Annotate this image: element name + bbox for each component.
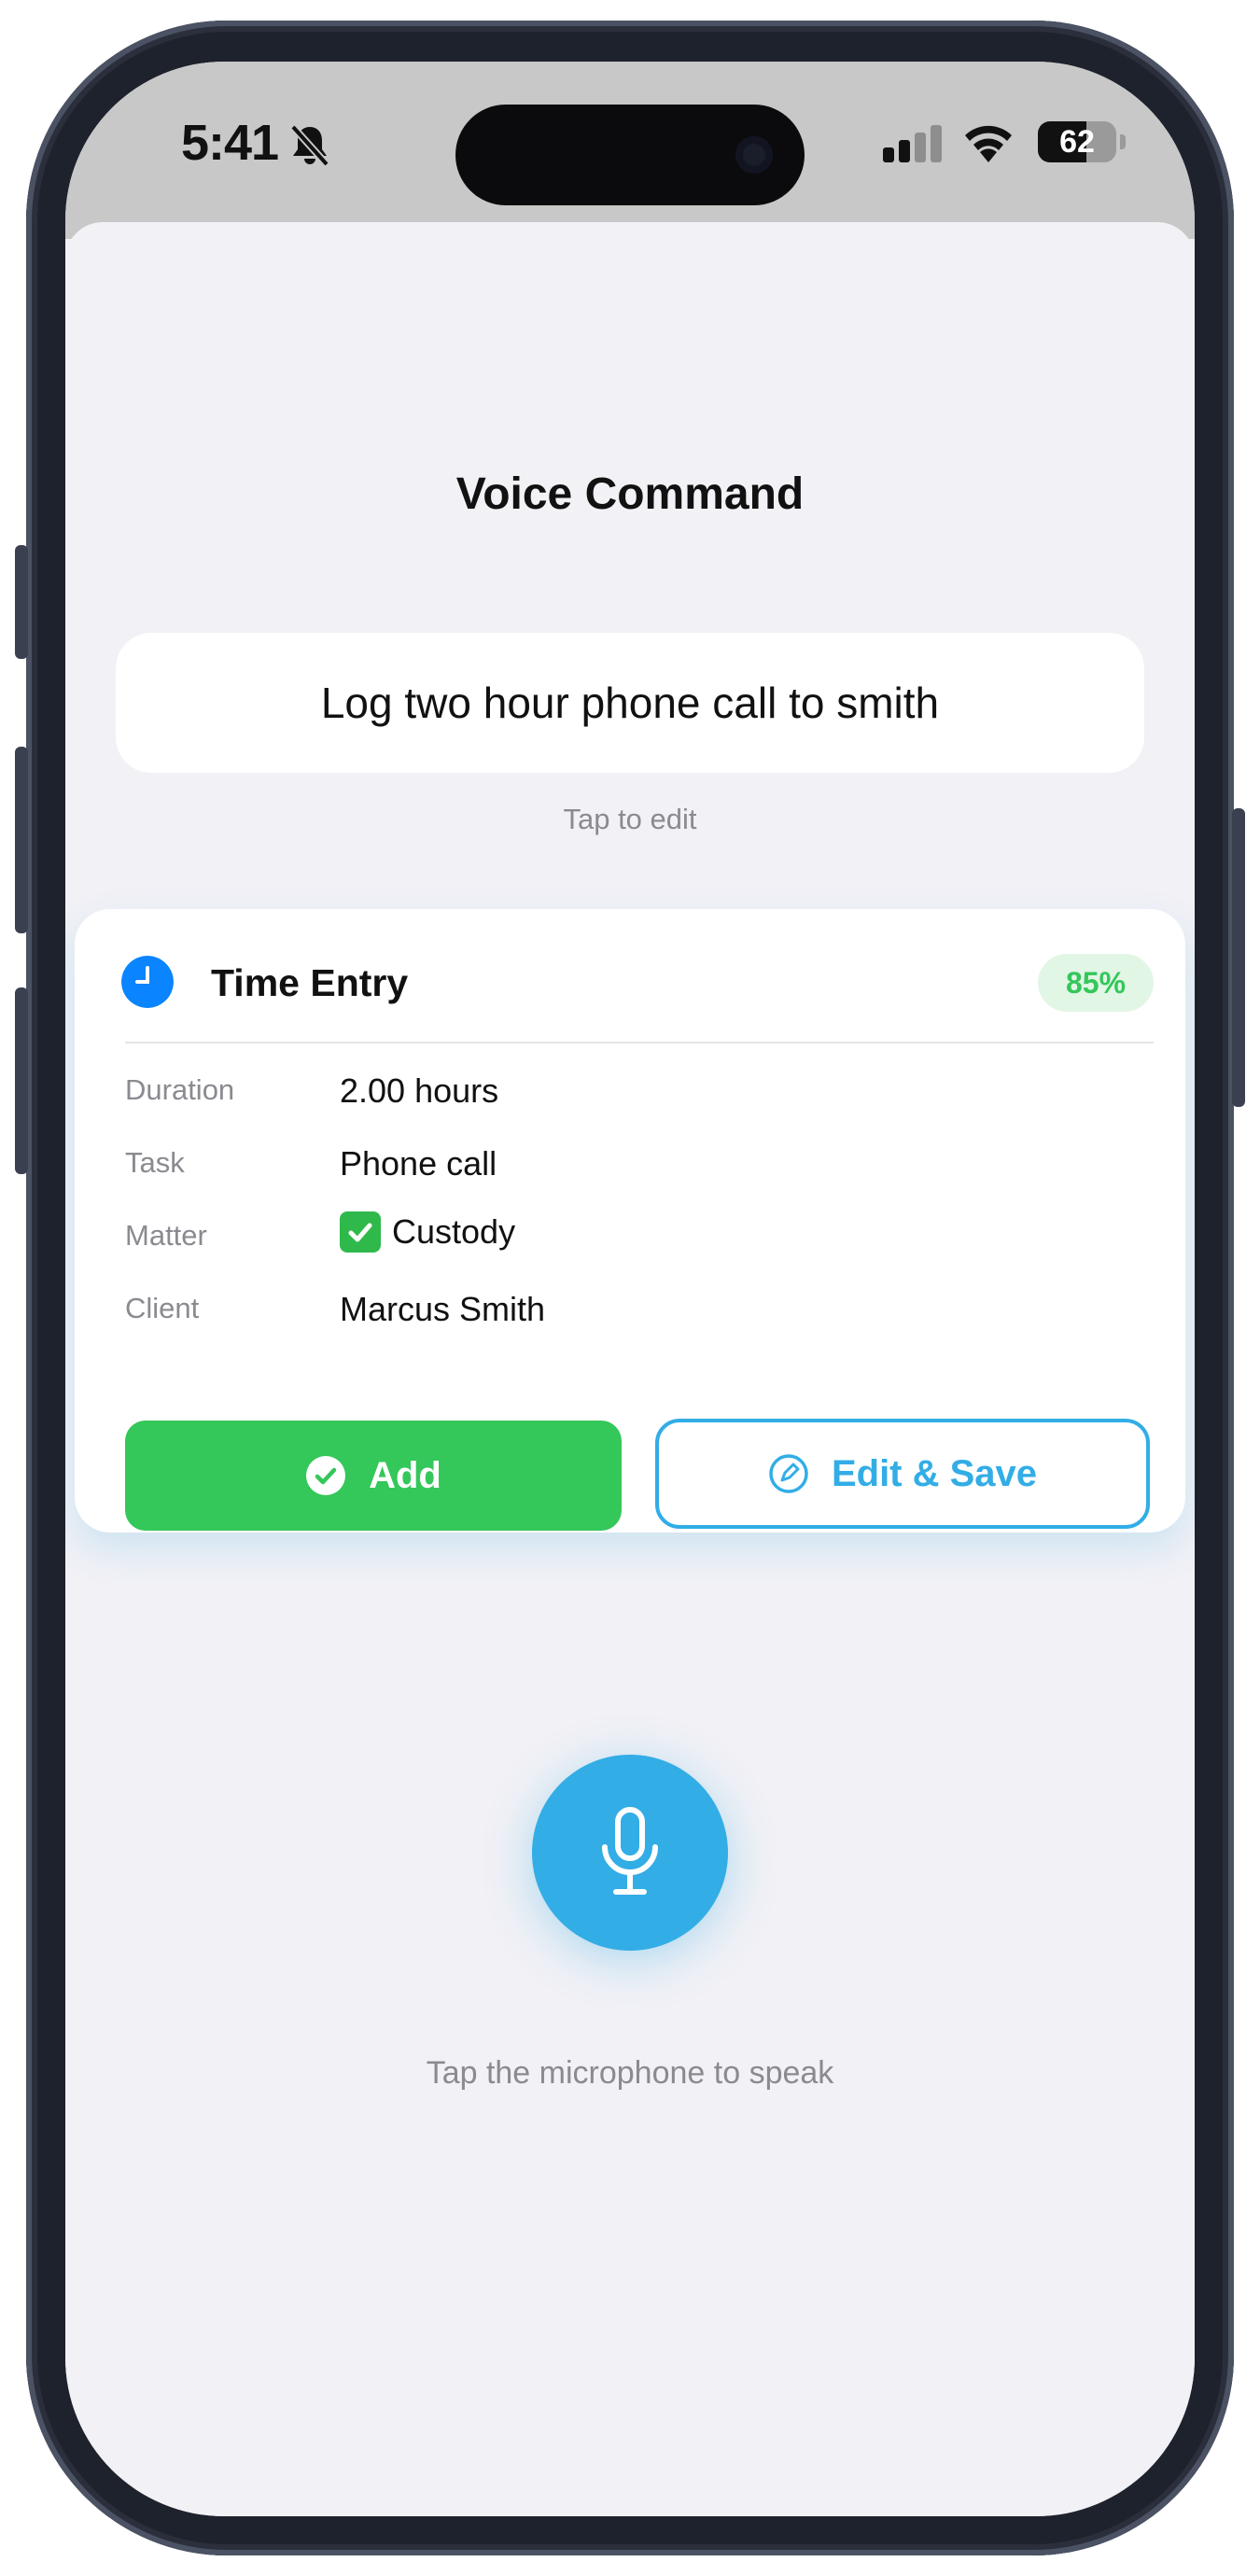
client-label: Client — [125, 1292, 200, 1324]
time-entry-card: Time Entry 85% Duration 2.00 hours Task … — [75, 909, 1185, 1533]
battery-level-text: 62 — [1059, 124, 1095, 160]
matter-text: Custody — [392, 1212, 516, 1251]
dynamic-island — [455, 105, 805, 205]
battery-indicator: 62 — [1038, 121, 1116, 162]
task-label: Task — [125, 1146, 185, 1179]
edit-save-label: Edit & Save — [831, 1452, 1038, 1494]
client-value: Marcus Smith — [340, 1290, 546, 1328]
action-button — [15, 545, 28, 659]
matter-value: Custody — [340, 1211, 515, 1253]
edit-hint: Tap to edit — [563, 803, 697, 835]
status-time: 5:41 — [181, 115, 279, 171]
add-button[interactable]: Add — [125, 1421, 622, 1531]
microphone-hint: Tap the microphone to speak — [426, 2055, 834, 2091]
bell-slash-icon — [290, 124, 329, 167]
add-button-label: Add — [369, 1454, 441, 1496]
checkmark-circle-icon — [306, 1456, 346, 1495]
command-text-field[interactable]: Log two hour phone call to smith — [116, 633, 1144, 773]
cellular-signal-icon — [883, 125, 942, 162]
voice-command-sheet: Voice Command Log two hour phone call to… — [65, 222, 1195, 2516]
duration-value: 2.00 hours — [340, 1071, 499, 1110]
wifi-icon — [965, 125, 1012, 162]
screen: 5:41 62 Voice Command Log two hour phone… — [65, 62, 1195, 2516]
volume-up-button — [15, 747, 28, 933]
microphone-icon — [602, 1807, 658, 1895]
task-value: Phone call — [340, 1144, 497, 1183]
volume-down-button — [15, 987, 28, 1174]
page-title: Voice Command — [455, 469, 805, 519]
power-button — [1232, 808, 1245, 1107]
card-divider — [125, 1042, 1154, 1043]
microphone-button[interactable] — [532, 1755, 728, 1951]
command-text: Log two hour phone call to smith — [320, 679, 940, 727]
confidence-badge: 85% — [1038, 954, 1154, 1012]
matter-label: Matter — [125, 1219, 207, 1252]
duration-label: Duration — [125, 1073, 235, 1106]
battery-cap — [1120, 134, 1126, 149]
check-mark-icon — [340, 1211, 381, 1253]
clock-icon — [121, 956, 174, 1008]
card-title: Time Entry — [211, 961, 409, 1004]
edit-save-button[interactable]: Edit & Save — [655, 1419, 1150, 1529]
camera-icon — [735, 136, 773, 174]
pencil-circle-icon — [769, 1454, 808, 1493]
